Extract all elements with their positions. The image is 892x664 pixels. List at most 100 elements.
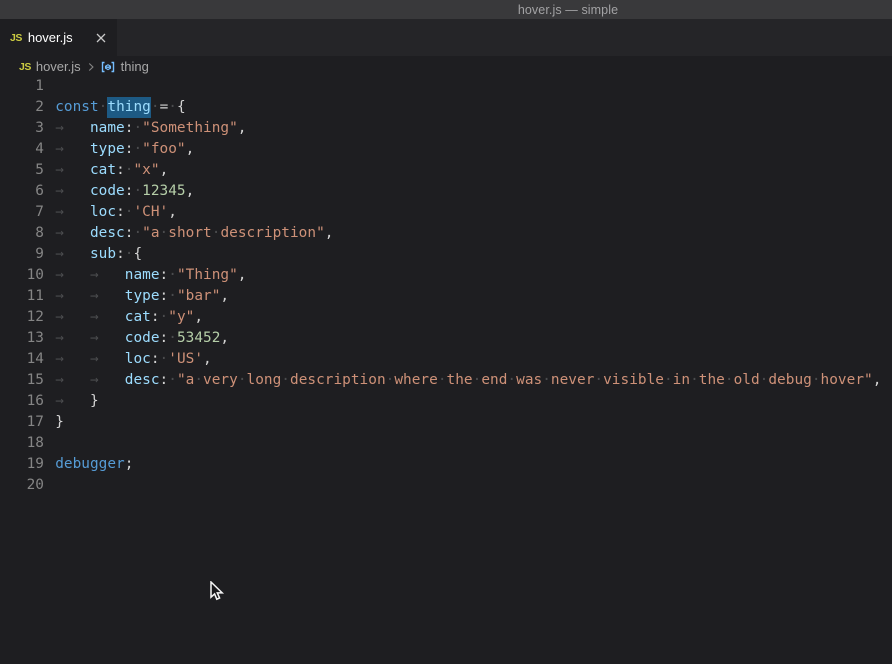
whitespace-dot: · — [168, 99, 177, 115]
whitespace-dot: · — [151, 99, 160, 115]
symbol-variable-icon — [100, 59, 116, 75]
line-content: → → type:·"bar", — [55, 286, 229, 307]
line-number: 15 — [0, 370, 44, 391]
tab-arrow: → — [90, 351, 125, 367]
line-number: 12 — [0, 307, 44, 328]
breadcrumb-symbol[interactable]: thing — [121, 59, 149, 74]
line-number: 19 — [0, 454, 44, 475]
whitespace-dot: · — [160, 225, 169, 241]
titlebar: hover.js — simple — [0, 0, 892, 19]
breadcrumb-file[interactable]: hover.js — [36, 59, 81, 74]
line-number: 5 — [0, 160, 44, 181]
whitespace-dot: · — [133, 141, 142, 157]
line-number: 17 — [0, 412, 44, 433]
code-line[interactable]: 3→ name:·"Something", — [0, 118, 892, 139]
whitespace-dot: · — [168, 330, 177, 346]
code-line[interactable]: 9 → sub:·{ — [0, 244, 892, 265]
whitespace-dot: · — [133, 183, 142, 199]
whitespace-dot: · — [594, 372, 603, 388]
code-line[interactable]: 14→ → loc:·'US', — [0, 349, 892, 370]
breadcrumbs: JS hover.js thing — [0, 56, 892, 77]
tab-arrow: → — [55, 141, 90, 157]
whitespace-dot: · — [168, 267, 177, 283]
tab-arrow: → — [90, 267, 125, 283]
code-line[interactable]: 19 debugger; — [0, 454, 892, 475]
line-content: const·thing·=·{ — [55, 97, 185, 118]
whitespace-dot: · — [690, 372, 699, 388]
tab-arrow: → — [55, 204, 90, 220]
tab-arrow: → — [55, 372, 90, 388]
line-number: 20 — [0, 475, 44, 496]
tab-arrow: → — [55, 225, 90, 241]
tab-arrow: → — [55, 330, 90, 346]
line-content: } — [55, 412, 64, 433]
whitespace-dot: · — [160, 309, 169, 325]
javascript-file-icon: JS — [10, 32, 22, 44]
code-line[interactable]: 6 → code:·12345, — [0, 181, 892, 202]
code-line[interactable]: 1 — [0, 76, 892, 97]
code-line[interactable]: 13 → → code:·53452, — [0, 328, 892, 349]
line-number: 13 — [0, 328, 44, 349]
line-number: 11 — [0, 286, 44, 307]
line-number: 6 — [0, 181, 44, 202]
whitespace-dot: · — [281, 372, 290, 388]
line-number: 1 — [0, 76, 44, 97]
code-line[interactable]: 11 → → type:·"bar", — [0, 286, 892, 307]
line-content: → → code:·53452, — [55, 328, 229, 349]
code-line[interactable]: 20 — [0, 475, 892, 496]
tab-arrow: → — [90, 372, 125, 388]
tab-hover-js[interactable]: JS hover.js — [0, 19, 117, 56]
whitespace-dot: · — [160, 351, 169, 367]
code-editor[interactable]: 12const·thing·=·{3→ name:·"Something",4→… — [0, 76, 892, 664]
line-content: → type:·"foo", — [55, 139, 194, 160]
whitespace-dot: · — [99, 99, 108, 115]
line-content: → → name:·"Thing", — [55, 265, 246, 286]
whitespace-dot: · — [438, 372, 447, 388]
tab-arrow: → — [55, 288, 90, 304]
line-number: 7 — [0, 202, 44, 223]
whitespace-dot: · — [133, 225, 142, 241]
line-number: 8 — [0, 223, 44, 244]
code-line[interactable]: 17} — [0, 412, 892, 433]
line-content: → → cat:·"y", — [55, 307, 203, 328]
code-line[interactable]: 18 — [0, 433, 892, 454]
line-number: 18 — [0, 433, 44, 454]
whitespace-dot: · — [194, 372, 203, 388]
code-line[interactable]: 8 → desc:·"a·short·description", — [0, 223, 892, 244]
whitespace-dot: · — [168, 288, 177, 304]
code-line[interactable]: 7 → loc:·'CH', — [0, 202, 892, 223]
line-number: 10 — [0, 265, 44, 286]
tab-arrow: → — [55, 162, 90, 178]
code-line[interactable]: 15→ → desc:·"a·very·long·description·whe… — [0, 370, 892, 391]
line-content: → cat:·"x", — [55, 160, 168, 181]
vscode-window: hover.js — simple JS hover.js JS hover.j… — [0, 0, 892, 664]
code-line[interactable]: 5 → cat:·"x", — [0, 160, 892, 181]
whitespace-dot: · — [507, 372, 516, 388]
window-title: hover.js — simple — [518, 3, 618, 17]
tab-label: hover.js — [28, 30, 73, 45]
javascript-file-icon: JS — [19, 61, 31, 73]
line-number: 16 — [0, 391, 44, 412]
line-number: 9 — [0, 244, 44, 265]
tab-arrow: → — [55, 120, 90, 136]
code-line[interactable]: 10 → → name:·"Thing", — [0, 265, 892, 286]
line-content: → sub:·{ — [55, 244, 142, 265]
line-content: → desc:·"a·short·description", — [55, 223, 333, 244]
line-number: 3 — [0, 118, 44, 139]
line-content: → code:·12345, — [55, 181, 194, 202]
code-line[interactable]: 16 → } — [0, 391, 892, 412]
line-content: → loc:·'CH', — [55, 202, 177, 223]
line-content: → } — [55, 391, 98, 412]
close-tab-icon[interactable] — [93, 30, 109, 46]
code-line[interactable]: 2const·thing·=·{ — [0, 97, 892, 118]
tab-arrow: → — [55, 309, 90, 325]
line-content: debugger; — [55, 454, 133, 475]
tab-arrow: → — [90, 309, 125, 325]
whitespace-dot: · — [725, 372, 734, 388]
code-line[interactable]: 4→ type:·"foo", — [0, 139, 892, 160]
tab-arrow: → — [55, 267, 90, 283]
tab-arrow: → — [55, 183, 90, 199]
line-number: 14 — [0, 349, 44, 370]
close-x-icon — [96, 33, 106, 43]
code-line[interactable]: 12 → → cat:·"y", — [0, 307, 892, 328]
